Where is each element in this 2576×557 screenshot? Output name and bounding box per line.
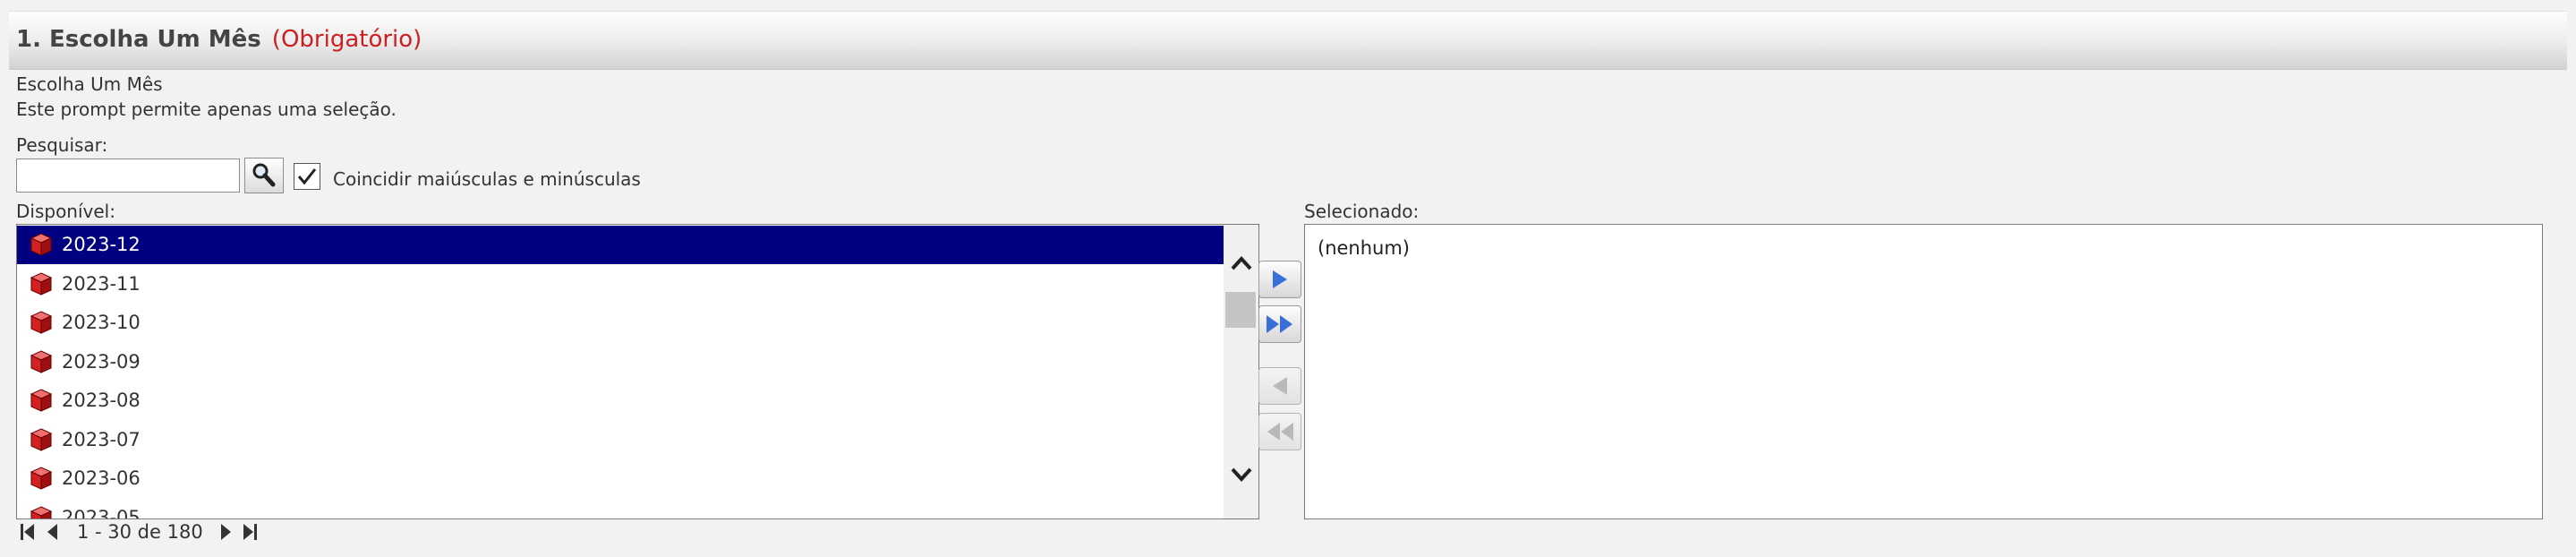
add-all-button[interactable]	[1258, 305, 1301, 343]
list-item[interactable]: 2023-05	[17, 499, 1224, 519]
available-listbox[interactable]: 2023-12 2023-11 2023-10 2023-09 2023-08 2023-…	[16, 224, 1259, 519]
remove-button[interactable]	[1258, 367, 1301, 405]
list-item-label: 2023-12	[62, 234, 141, 255]
scrollbar[interactable]	[1224, 225, 1258, 518]
cube-icon	[30, 311, 53, 334]
first-page-icon[interactable]	[18, 519, 38, 544]
last-page-icon[interactable]	[240, 519, 260, 544]
selected-label: Selecionado:	[1304, 201, 1420, 222]
add-button[interactable]	[1258, 261, 1301, 298]
selected-empty-text: (nenhum)	[1318, 237, 1411, 259]
cube-icon	[30, 271, 53, 296]
list-item[interactable]: 2023-08	[17, 381, 1224, 420]
remove-all-button[interactable]	[1258, 413, 1301, 450]
previous-page-icon[interactable]	[43, 519, 63, 544]
arrow-left-icon	[1273, 377, 1287, 395]
list-item[interactable]: 2023-10	[17, 304, 1224, 342]
prompt-header: 1. Escolha Um Mês (Obrigatório)	[9, 11, 2567, 70]
search-icon	[252, 163, 276, 187]
checkmark-icon	[297, 168, 317, 185]
prompt-title: 1. Escolha Um Mês (Obrigatório)	[16, 26, 422, 53]
list-item-label: 2023-11	[62, 272, 141, 295]
next-page-icon[interactable]	[216, 519, 235, 544]
cube-icon	[30, 505, 53, 518]
list-item-label: 2023-09	[62, 350, 141, 373]
double-arrow-left-icon	[1267, 423, 1293, 441]
prompt-panel: 1. Escolha Um Mês (Obrigatório) Escolha U…	[9, 11, 2567, 553]
list-item-label: 2023-07	[62, 428, 141, 450]
pager-text: 1 - 30 de 180	[77, 521, 203, 543]
cube-icon	[30, 233, 53, 256]
list-item[interactable]: 2023-06	[17, 459, 1224, 498]
cube-icon	[30, 349, 53, 373]
list-item-label: 2023-10	[62, 312, 141, 333]
double-arrow-right-icon	[1267, 315, 1292, 333]
match-case-checkbox[interactable]	[294, 163, 320, 190]
list-item-label: 2023-06	[62, 467, 141, 489]
list-item[interactable]: 2023-09	[17, 343, 1224, 381]
list-item[interactable]: 2023-11	[17, 265, 1224, 304]
match-case-label[interactable]: Coincidir maiúsculas e minúsculas	[333, 168, 641, 190]
list-item[interactable]: 2023-07	[17, 421, 1224, 459]
list-item-label: 2023-08	[62, 390, 141, 411]
cube-icon	[30, 389, 53, 412]
cube-icon	[30, 467, 53, 490]
search-button[interactable]	[244, 158, 284, 193]
list-item[interactable]: 2023-12	[17, 226, 1224, 264]
search-label: Pesquisar:	[16, 134, 108, 156]
cube-icon	[30, 427, 53, 451]
list-item-label: 2023-05	[62, 506, 141, 519]
scroll-thumb[interactable]	[1225, 292, 1256, 328]
selected-listbox[interactable]: (nenhum)	[1304, 224, 2543, 519]
arrow-right-icon	[1273, 270, 1287, 288]
prompt-number-title: 1. Escolha Um Mês	[16, 26, 261, 53]
prompt-description: Este prompt permite apenas uma seleção.	[16, 99, 397, 120]
search-input[interactable]	[16, 159, 240, 193]
scroll-down-icon[interactable]	[1228, 461, 1255, 488]
available-label: Disponível:	[16, 201, 115, 222]
required-label: (Obrigatório)	[271, 26, 422, 53]
prompt-description-title: Escolha Um Mês	[16, 73, 163, 95]
scroll-up-icon[interactable]	[1228, 250, 1255, 277]
